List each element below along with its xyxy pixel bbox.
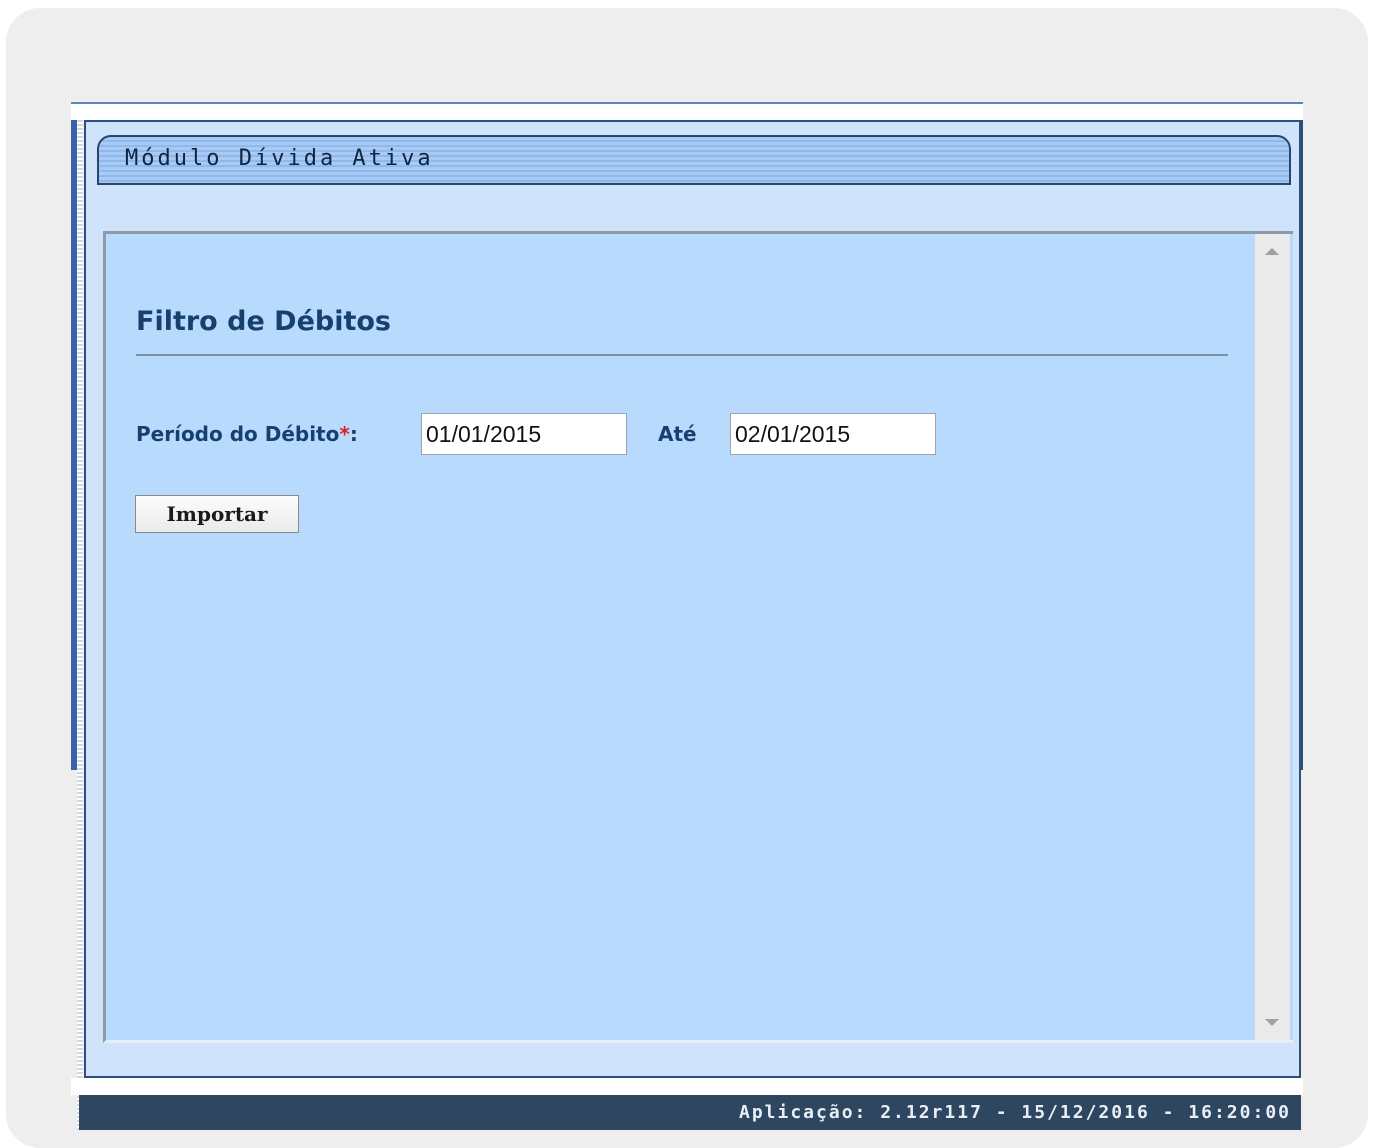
footer-bar: Aplicação: 2.12r117 - 15/12/2016 - 16:20… (79, 1095, 1301, 1130)
until-label: Até (658, 422, 697, 446)
heading-divider (136, 354, 1228, 356)
vertical-scrollbar[interactable] (1255, 234, 1290, 1040)
triangle-up-icon[interactable] (1265, 248, 1279, 255)
content-panel (103, 231, 1293, 1043)
period-label: Período do Débito*: (136, 422, 358, 446)
module-title: Módulo Dívida Ativa (125, 146, 434, 171)
end-date-input[interactable] (730, 413, 936, 455)
app-version-info: Aplicação: 2.12r117 - 15/12/2016 - 16:20… (739, 1102, 1291, 1123)
label-suffix: : (349, 422, 358, 446)
import-button[interactable]: Importar (135, 495, 299, 533)
required-marker: * (339, 422, 350, 446)
left-pattern-strip (77, 120, 83, 1130)
module-title-tab: Módulo Dívida Ativa (97, 135, 1291, 185)
period-label-text: Período do Débito (136, 422, 340, 446)
start-date-input[interactable] (421, 413, 627, 455)
triangle-down-icon[interactable] (1265, 1019, 1279, 1026)
form-heading: Filtro de Débitos (136, 306, 391, 337)
top-spacer (71, 104, 1303, 120)
footer-gap (71, 1078, 1303, 1095)
right-edge (1299, 120, 1303, 770)
